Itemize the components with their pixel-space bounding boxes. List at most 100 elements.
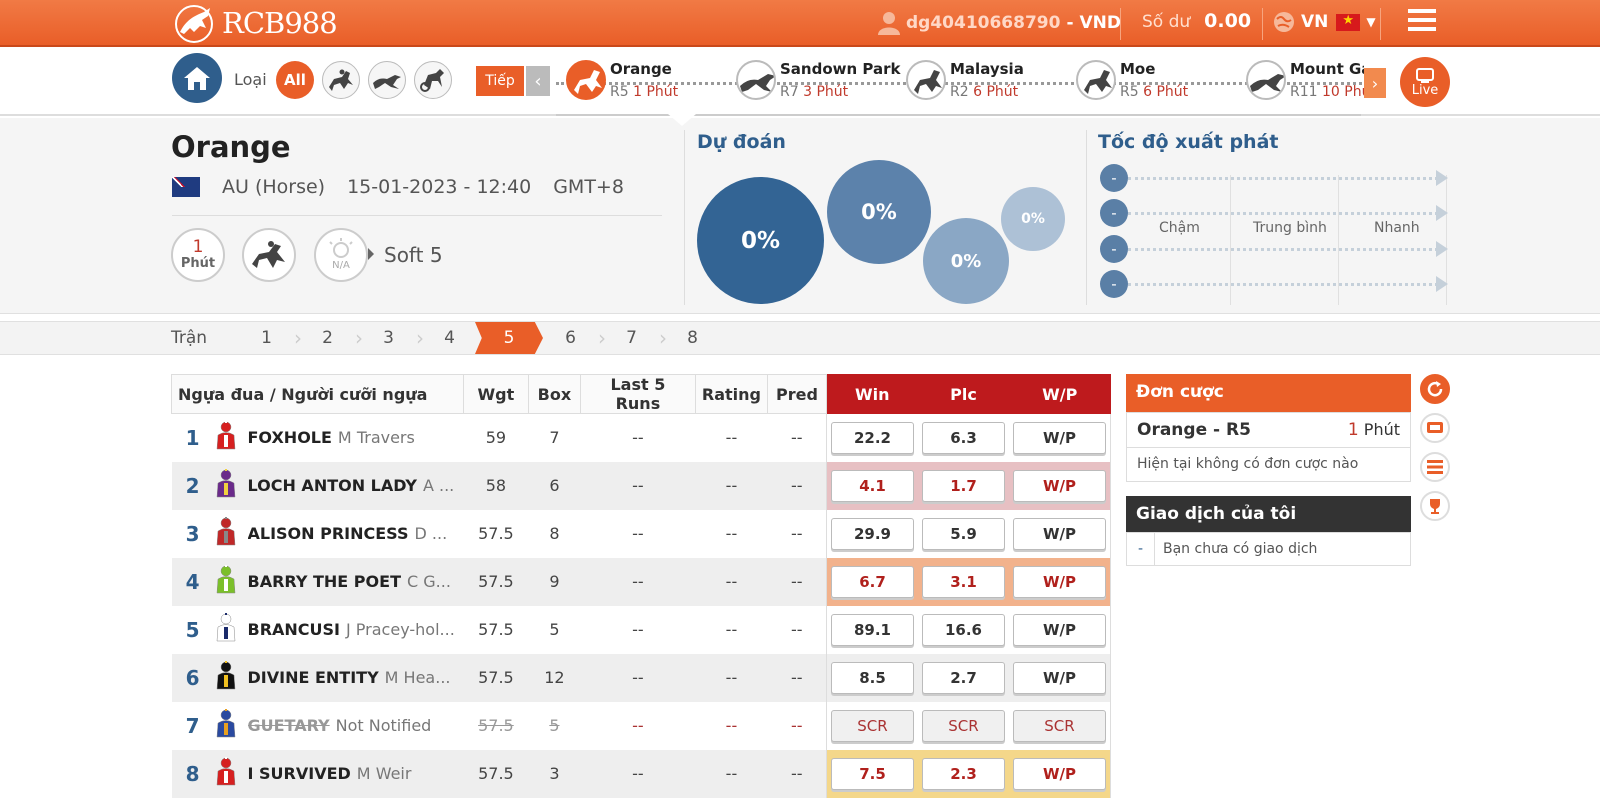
filter-all-button[interactable]: All (276, 61, 314, 99)
win-place-button[interactable]: W/P (1013, 757, 1106, 790)
place-odds-button[interactable]: 16.6 (922, 613, 1005, 646)
table-row[interactable]: 2 LOCH ANTON LADY A ... 58 6 -- -- -- 4.1 1.7 W/P (171, 461, 1111, 510)
box: 12 (528, 653, 581, 702)
user-info[interactable]: dg40410668790 - VND (878, 10, 1121, 36)
runner-number: 6 (171, 653, 204, 702)
win-place-button[interactable]: W/P (1013, 565, 1106, 598)
col-weight: Wgt (462, 374, 529, 414)
win-place-button[interactable]: W/P (1013, 421, 1106, 454)
chevron-left-icon[interactable]: ‹ (526, 66, 550, 96)
tab-race-5[interactable]: 5 (475, 322, 543, 354)
place-odds-button[interactable]: 2.3 (922, 757, 1005, 790)
prediction-bubble-2: 0% (827, 160, 931, 264)
table-row[interactable]: 5 BRANCUSI J Pracey-hol... 57.5 5 -- -- -- 89.1 1… (172, 605, 1111, 654)
username: dg40410668790 (906, 13, 1061, 33)
win-place-button[interactable]: W/P (1013, 613, 1106, 646)
win-odds-button[interactable]: 89.1 (831, 613, 914, 646)
weight: 57.5 (478, 524, 514, 543)
jockey-silk (204, 510, 248, 558)
language-selector[interactable]: VN ▼ (1273, 11, 1376, 33)
table-row[interactable]: 6 DIVINE ENTITY M Hea... 57.5 12 -- -- -- 8.5 2.7… (171, 653, 1111, 702)
place-odds-button[interactable]: 3.1 (922, 565, 1005, 598)
live-tv-button[interactable] (1420, 413, 1450, 443)
win-odds-button[interactable]: 22.2 (831, 421, 914, 454)
balance: Số dư 0.00 (1142, 10, 1251, 32)
table-row[interactable]: 8I SURVIVED M Weir 57.5 3 -- -- -- 7.5 2.3 W/P (171, 749, 1111, 798)
divider (1120, 8, 1121, 40)
pred: -- (790, 524, 803, 543)
divider (1086, 130, 1087, 305)
win-odds-cell: 89.1 (826, 605, 918, 654)
my-trades-empty: Bạn chưa có giao dịch (1163, 541, 1318, 557)
table-row[interactable]: 7 GUETARY Not Notified 57.5 5 -- -- -- SCR SCR SCR (172, 701, 1111, 750)
trophy-button[interactable] (1420, 491, 1450, 521)
next-race-button[interactable]: Tiếp (476, 66, 524, 96)
speed-row: - (1100, 270, 1450, 298)
tab-race-8[interactable]: 8 (662, 322, 723, 354)
speed-row: - (1100, 235, 1450, 263)
win-place-button[interactable]: W/P (1013, 661, 1106, 694)
race-card-mount-ga[interactable]: Mount Ga R11 10 Phú (1246, 60, 1364, 104)
place-odds-button[interactable]: 5.9 (922, 517, 1005, 550)
win-odds-cell: 6.7 (826, 557, 918, 606)
jockey-name: J Pracey-hol... (346, 620, 455, 639)
tab-race-1[interactable]: 1 (236, 322, 297, 354)
brand-logo[interactable]: RCB988 (172, 2, 338, 44)
filter-horse-button[interactable] (322, 61, 360, 99)
jockey-name: M Travers (337, 428, 415, 448)
horse-name: BARRY THE POET (247, 572, 401, 591)
jockey-name: Not Notified (335, 716, 432, 735)
live-button[interactable]: Live (1400, 57, 1450, 107)
runner-name-cell: FOXHOLE M Travers (248, 414, 464, 462)
track-condition: Soft 5 (384, 243, 443, 267)
win-odds-cell: 22.2 (826, 413, 918, 462)
bet-slip-countdown: 1 Phút (1347, 420, 1400, 440)
table-row[interactable]: 3 ALISON PRINCESS D ... 57.5 8 -- -- -- 29.9 5.9 W… (172, 509, 1111, 558)
menu-icon[interactable] (1408, 9, 1436, 35)
refresh-button[interactable] (1420, 374, 1450, 404)
tab-race-4[interactable]: 4 (419, 322, 480, 354)
home-icon (184, 67, 210, 90)
table-row[interactable]: 4 BARRY THE POET C G... 57.5 9 -- -- -- 6.7 3.1 W/… (171, 557, 1111, 606)
tab-race-2[interactable]: 2 (297, 322, 358, 354)
win-odds-button[interactable]: 8.5 (831, 661, 914, 694)
tab-race-3[interactable]: 3 (358, 322, 419, 354)
chevron-right-icon[interactable]: › (1364, 68, 1386, 98)
box: 3 (528, 749, 581, 798)
bet-slip-race-name: Orange - R5 (1137, 420, 1251, 440)
win-odds-cell: 7.5 (826, 749, 918, 798)
pred: -- (790, 620, 803, 639)
type-label: Loại (234, 70, 267, 89)
filter-harness-button[interactable] (414, 61, 452, 99)
home-button[interactable] (172, 53, 222, 103)
table-row[interactable]: 1 FOXHOLE M Travers 59 7 -- -- -- 22.2 6.3 W/P (172, 413, 1111, 462)
race-meta: R11 10 Phú (1290, 84, 1364, 100)
col-win: Win (826, 374, 919, 414)
tab-race-6[interactable]: 6 (540, 322, 601, 354)
list-icon (1427, 460, 1443, 474)
col-box: Box (527, 374, 581, 414)
win-odds-button[interactable]: 29.9 (831, 517, 914, 550)
win-place-button[interactable]: W/P (1013, 517, 1106, 550)
runner-number: 5 (185, 617, 200, 642)
win-odds-button[interactable]: 7.5 (831, 757, 914, 790)
tab-race-7[interactable]: 7 (601, 322, 662, 354)
place-odds-button[interactable]: 6.3 (922, 421, 1005, 454)
pred: -- (790, 428, 803, 448)
jockey-silk-icon (216, 516, 235, 545)
last5: -- (632, 620, 644, 639)
win-odds-button[interactable]: 6.7 (831, 565, 914, 598)
rating: -- (725, 620, 738, 639)
plc-odds-cell: SCR (918, 702, 1009, 750)
win-place-button[interactable]: W/P (1013, 469, 1106, 502)
pred: -- (767, 461, 827, 510)
race-name: Moe (1120, 60, 1156, 78)
results-list-button[interactable] (1420, 452, 1450, 482)
place-odds-button[interactable]: 2.7 (922, 661, 1005, 694)
globe-icon (1274, 12, 1294, 32)
win-odds-button[interactable]: 4.1 (831, 469, 914, 502)
race-name: Orange (610, 60, 672, 78)
filter-greyhound-button[interactable] (368, 61, 406, 99)
speed-row: - (1100, 164, 1450, 192)
place-odds-button[interactable]: 1.7 (922, 469, 1005, 502)
